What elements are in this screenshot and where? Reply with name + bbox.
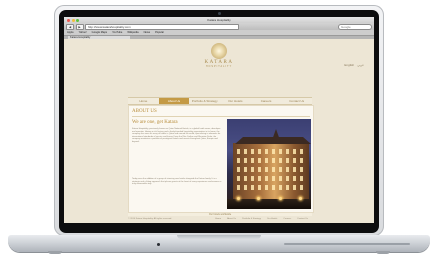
lang-english-link[interactable]: English (344, 63, 354, 67)
sun-emblem-icon (211, 43, 227, 59)
optical-drive-slot (284, 243, 410, 245)
bookmark-item[interactable]: News (144, 31, 151, 34)
footer-links: Home About Us Portfolio & Strategy Our H… (215, 218, 312, 220)
bookmark-item[interactable]: Yahoo! (79, 31, 87, 34)
intro-paragraph: Katara Hospitality, previously known as … (132, 128, 221, 143)
laptop-lid: Katara Hospitality ◀ ▶ http://www.katara… (54, 5, 384, 236)
laptop-foot (48, 251, 62, 254)
screen-bezel: Katara Hospitality ◀ ▶ http://www.katara… (59, 10, 379, 233)
footer-link-hotels[interactable]: Our Hotels (267, 218, 277, 220)
forward-button[interactable]: ▶ (75, 23, 84, 30)
welcome-heading: We are one, get Katara (132, 120, 178, 125)
footer-link-portfolio[interactable]: Portfolio & Strategy (242, 218, 261, 220)
hotels-banner-link[interactable]: Our hotels worldwide (128, 213, 312, 216)
browser-window: Katara Hospitality ◀ ▶ http://www.katara… (64, 17, 374, 223)
nav-our-hotels[interactable]: Our Hotels (220, 98, 251, 104)
nav-careers[interactable]: Careers (251, 98, 282, 104)
language-links: English عربي (344, 63, 364, 67)
main-navigation: Home About Us Portfolio & Strategy Our H… (128, 97, 312, 105)
divider (132, 116, 310, 117)
zoom-window-button[interactable] (76, 18, 79, 22)
bookmark-item[interactable]: Google Maps (92, 31, 107, 34)
katara-logo[interactable]: KATARA HOSPITALITY (202, 43, 236, 68)
lid-notch (177, 235, 261, 239)
minimize-window-button[interactable] (71, 18, 75, 22)
copyright-text: © 2010 Katara Hospitality. All rights re… (128, 218, 172, 220)
footer-link-careers[interactable]: Careers (283, 218, 291, 220)
search-field[interactable]: Google (338, 23, 372, 30)
webcam-icon (217, 12, 221, 15)
laptop-foot (376, 251, 390, 254)
site-footer: © 2010 Katara Hospitality. All rights re… (128, 217, 312, 221)
bookmark-item[interactable]: Popular (155, 31, 164, 34)
lang-arabic-link[interactable]: عربي (357, 63, 364, 67)
window-title: Katara Hospitality (207, 18, 231, 22)
footer-link-contact[interactable]: Contact Us (297, 218, 308, 220)
footer-link-home[interactable]: Home (215, 218, 221, 220)
close-window-button[interactable] (67, 18, 70, 22)
nav-home[interactable]: Home (128, 98, 159, 104)
laptop-base (8, 235, 430, 254)
window-controls (67, 18, 79, 22)
nav-about-us[interactable]: About Us (158, 98, 190, 104)
nav-portfolio[interactable]: Portfolio & Strategy (189, 98, 220, 104)
browser-toolbar: ◀ ▶ http://www.katarahospitality.com Goo… (64, 23, 374, 30)
brand-subtitle: HOSPITALITY (205, 65, 233, 68)
street-image (227, 199, 311, 209)
page-title: ABOUT US (132, 109, 157, 114)
back-button[interactable]: ◀ (66, 23, 74, 30)
second-paragraph: Today sees the addition of a group of st… (132, 178, 222, 186)
content-panel: ABOUT US We are one, get Katara Katara H… (128, 105, 314, 213)
bookmark-item[interactable]: Wikipedia (127, 31, 138, 34)
hotel-photo (227, 119, 311, 209)
bookmark-item[interactable]: Apple (67, 31, 74, 34)
address-bar[interactable]: http://www.katarahospitality.com (85, 23, 239, 30)
footer-link-about[interactable]: About Us (227, 218, 236, 220)
bookmark-item[interactable]: YouTube (112, 31, 122, 34)
sleep-light-icon (157, 243, 160, 246)
website-page: KATARA HOSPITALITY English عربي Home Abo… (64, 39, 374, 223)
nav-contact[interactable]: Contact Us (281, 98, 312, 104)
